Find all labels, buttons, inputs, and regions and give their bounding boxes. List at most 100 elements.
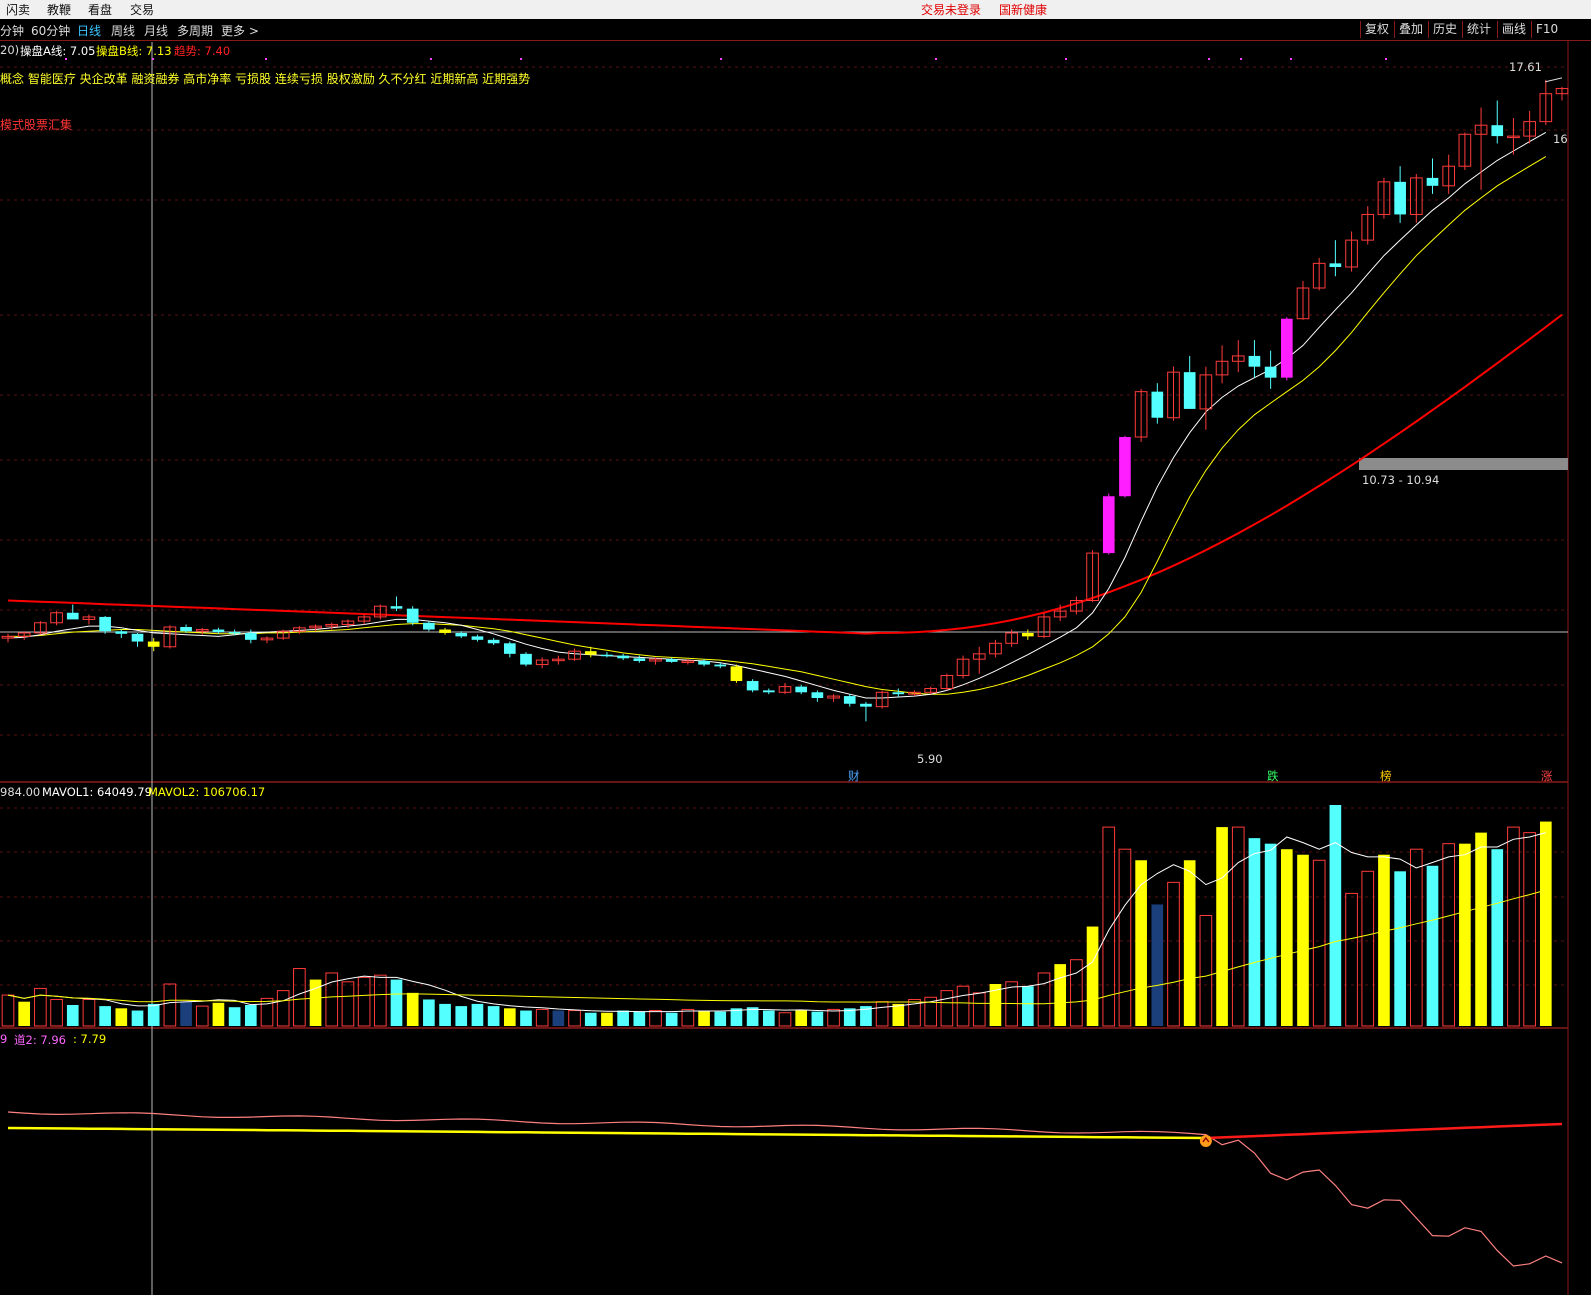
volume-bar [972, 992, 986, 1027]
candle-body [66, 612, 79, 620]
volume-bar [1248, 838, 1261, 1026]
volume-bar [503, 1008, 516, 1026]
indicator-label-3: : 7.79 [73, 1032, 107, 1046]
signal-marker [1199, 1135, 1212, 1147]
marker-dot [430, 58, 432, 60]
volume-bar [1523, 832, 1536, 1027]
volume-bar [390, 979, 403, 1026]
volume-bar [1, 994, 15, 1027]
volume-bar [568, 1010, 581, 1027]
marker-dot [1385, 58, 1387, 60]
candle-body [115, 631, 128, 634]
volume-bar [601, 1012, 613, 1026]
volume-bar [260, 997, 274, 1027]
marker-dot [1290, 58, 1292, 60]
volume-bar [455, 1006, 468, 1026]
event-finance[interactable]: 财 [848, 768, 860, 784]
chart-grid [0, 40, 1569, 1295]
volume-bar [1199, 915, 1213, 1027]
volume-bar [956, 985, 970, 1027]
candle-body [584, 651, 597, 655]
volume-bar [681, 1008, 695, 1027]
volume-bar [244, 1005, 257, 1026]
candle-body [212, 629, 225, 633]
mavol2-line [7, 889, 1546, 1005]
candle-body [1021, 632, 1034, 637]
candle-body [1119, 437, 1131, 497]
volume-bar [1539, 821, 1552, 1026]
concept-tags[interactable]: 概念 智能医疗 央企改革 融资融券 高市净率 亏损股 连续亏损 股权激励 久不分… [0, 70, 530, 87]
volume-bar [827, 1008, 840, 1027]
candle-body [892, 692, 905, 695]
volume-bar [471, 1003, 484, 1026]
volume-bar [892, 1003, 905, 1026]
volume-bar [195, 1005, 209, 1027]
volume-bar [1491, 849, 1504, 1026]
volume-bar [649, 1010, 662, 1027]
volume-bar [1459, 843, 1471, 1026]
volume-bar [762, 1010, 775, 1026]
volume-bar [212, 1002, 225, 1026]
candle-body [746, 681, 759, 691]
marker-dot [720, 58, 722, 60]
volume-bar [778, 1012, 792, 1027]
line-a-legend: 操盘A线: 7.05 [20, 44, 96, 58]
indicator-line-yellow [7, 1126, 1206, 1140]
candle-body [1264, 366, 1277, 378]
volume-bar [1231, 826, 1245, 1027]
right-price-label: 16 [1553, 132, 1568, 146]
event-drop[interactable]: 跌 [1267, 768, 1279, 784]
summary-link[interactable]: 模式股票汇集 [0, 116, 72, 133]
volume-bar [82, 998, 96, 1027]
volume-bar [18, 1001, 31, 1026]
volume-bar [439, 1003, 451, 1026]
volume-bar [520, 1010, 532, 1026]
volume-bar [373, 974, 387, 1027]
high-pointer [1544, 77, 1563, 83]
marker-dot [520, 58, 522, 60]
candle-body [617, 655, 629, 659]
marker-dot [265, 58, 267, 60]
price-range-band [1359, 458, 1568, 470]
ma-red-line [7, 313, 1563, 635]
volume-bar [811, 1011, 824, 1026]
event-rise[interactable]: 涨 [1541, 768, 1553, 784]
volume-bar [665, 1012, 678, 1026]
candle-body [1426, 177, 1439, 186]
candle-body [665, 659, 678, 662]
mavol1-legend: MAVOL1: 64049.79 [42, 785, 152, 799]
volume-bar [131, 1010, 144, 1026]
candle-body [244, 632, 257, 640]
volume-bar [180, 1001, 192, 1026]
candle-body [1183, 372, 1196, 409]
volume-bar [1151, 904, 1164, 1026]
volume-bar [1394, 871, 1406, 1026]
volume-bar [99, 1006, 111, 1026]
volume-bar [228, 1007, 241, 1026]
volume-bar [535, 1008, 549, 1027]
volume-bar [1312, 859, 1326, 1027]
volume-bar [423, 999, 435, 1026]
volume-bar [1329, 805, 1342, 1026]
candle-body [1329, 263, 1342, 268]
volume-bar [584, 1012, 597, 1026]
candle-body [860, 703, 872, 707]
volume-bar [1378, 854, 1390, 1026]
chart-marks [1, 77, 1569, 1267]
volume-bar [617, 1010, 629, 1026]
candle-body [601, 654, 613, 657]
candle-body [147, 641, 160, 647]
candle-body [795, 686, 808, 693]
volume-bar [1183, 860, 1196, 1026]
kline-chart[interactable] [0, 0, 1591, 1295]
candle-body [843, 696, 856, 704]
volume-bar [1086, 926, 1099, 1026]
param-label: 20) [0, 43, 20, 57]
volume-bar [1216, 827, 1228, 1026]
volume-bar [1442, 843, 1456, 1027]
volume-bar [293, 968, 306, 1027]
candle-body [439, 629, 451, 633]
ma-yellow-line [8, 156, 1547, 695]
event-list[interactable]: 榜 [1380, 768, 1392, 784]
candle-body [406, 608, 419, 623]
